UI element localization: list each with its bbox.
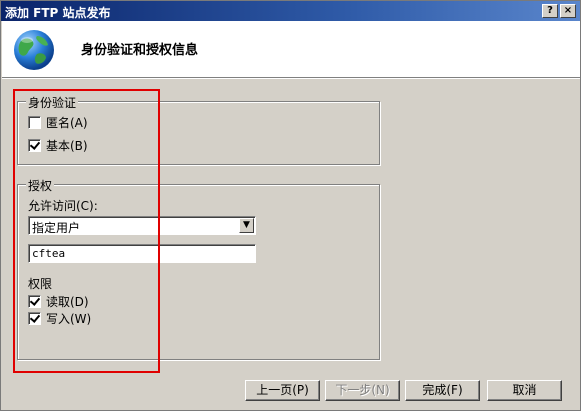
red-highlight-box [13,89,160,373]
dialog-window: 添加 FTP 站点发布 ? × 身份验证和授权信息 身份验证 匿名(A) 基本(… [0,0,581,411]
globe-icon [14,30,54,70]
next-button[interactable]: 下一步(N) [325,380,400,401]
back-button[interactable]: 上一页(P) [245,380,320,401]
wizard-header: 身份验证和授权信息 [2,21,580,79]
help-button[interactable]: ? [542,4,558,18]
cancel-button[interactable]: 取消 [487,380,562,401]
close-button[interactable]: × [560,4,576,18]
title-bar[interactable]: 添加 FTP 站点发布 ? × [1,1,580,21]
page-title: 身份验证和授权信息 [81,43,199,58]
chevron-down-icon[interactable]: ▼ [239,218,254,233]
window-title: 添加 FTP 站点发布 [5,6,111,20]
finish-button[interactable]: 完成(F) [405,380,480,401]
